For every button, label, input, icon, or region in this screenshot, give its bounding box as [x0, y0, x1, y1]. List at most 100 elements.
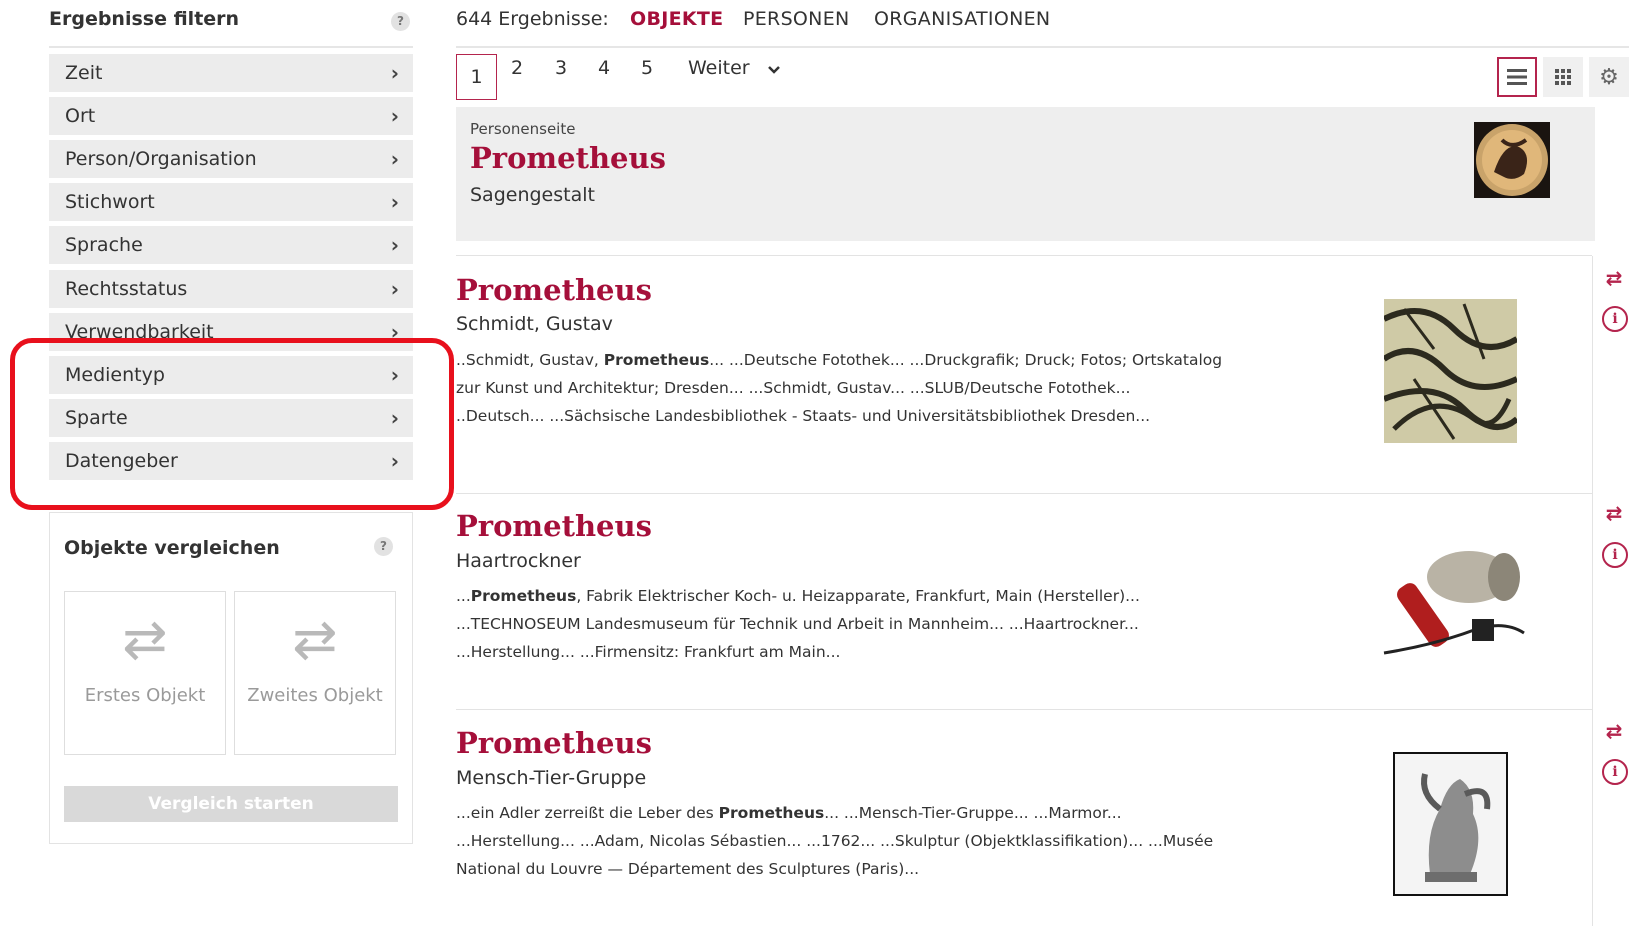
- list-view-button[interactable]: [1497, 57, 1537, 97]
- compare-slot-second[interactable]: ⇄ Zweites Objekt: [234, 591, 396, 755]
- snippet-line: ..Schmidt, Gustav, Prometheus... ...Deut…: [456, 346, 1222, 374]
- snippet-line: ...TECHNOSEUM Landesmuseum für Technik u…: [456, 610, 1140, 638]
- snippet-text: ...: [456, 587, 471, 605]
- snippet-text: ..Schmidt, Gustav,: [456, 351, 604, 369]
- result-separator: [456, 709, 1592, 710]
- snippet-text: ... ...Deutsche Fotothek... ...Druckgraf…: [709, 351, 1223, 369]
- info-icon[interactable]: i: [1602, 759, 1628, 785]
- chevron-right-icon: ›: [390, 190, 399, 214]
- sculpture-image: [1395, 754, 1506, 894]
- facet-label: Ort: [65, 105, 96, 127]
- grid-view-button[interactable]: [1543, 57, 1583, 97]
- result-thumbnail[interactable]: [1382, 299, 1519, 443]
- chevron-right-icon: ›: [390, 61, 399, 85]
- grid-view-icon: [1555, 69, 1571, 85]
- compare-title: Objekte vergleichen: [64, 537, 280, 559]
- person-card-title[interactable]: Prometheus: [470, 141, 666, 175]
- facet-zeit[interactable]: Zeit ›: [49, 54, 413, 92]
- person-card-kicker: Personenseite: [470, 120, 576, 138]
- snippet-text: ...TECHNOSEUM Landesmuseum für Technik u…: [456, 615, 1139, 633]
- compare-arrows-icon[interactable]: ⇄: [1602, 501, 1626, 525]
- result-title[interactable]: Prometheus: [456, 273, 652, 307]
- result-separator: [456, 255, 1592, 256]
- info-icon[interactable]: i: [1602, 306, 1628, 332]
- snippet-text: , Fabrik Elektrischer Koch- u. Heizappar…: [576, 587, 1140, 605]
- page-4[interactable]: 4: [598, 57, 610, 79]
- snippet-line: zur Kunst und Architektur; Dresden... ..…: [456, 374, 1222, 402]
- chevron-right-icon: ›: [390, 233, 399, 257]
- facet-label: Sprache: [65, 234, 143, 256]
- compare-arrows-icon[interactable]: ⇄: [1602, 719, 1626, 743]
- facet-stichwort[interactable]: Stichwort ›: [49, 183, 413, 221]
- tab-objekte[interactable]: OBJEKTE: [630, 8, 723, 30]
- facet-label: Stichwort: [65, 191, 155, 213]
- compare-help-icon[interactable]: ?: [374, 537, 393, 556]
- snippet-line: ...Herstellung... ...Adam, Nicolas Sébas…: [456, 827, 1213, 855]
- snippet-text: National du Louvre — Département des Scu…: [456, 860, 920, 878]
- snippet-highlight: Prometheus: [470, 587, 577, 605]
- settings-button[interactable]: ⚙: [1589, 57, 1629, 97]
- result-subtitle: Mensch-Tier-Gruppe: [456, 767, 647, 789]
- page-1[interactable]: 1: [456, 54, 497, 100]
- compare-slot-label: Erstes Objekt: [84, 685, 206, 706]
- list-view-icon: [1507, 69, 1527, 85]
- result-snippet: ...Prometheus, Fabrik Elektrischer Koch-…: [456, 582, 1140, 666]
- hairdryer-image: [1354, 535, 1548, 659]
- result-title[interactable]: Prometheus: [456, 726, 652, 760]
- snippet-line: ..Deutsch... ...Sächsische Landesbibliot…: [456, 402, 1222, 430]
- compare-arrows-icon: ⇄: [292, 608, 338, 671]
- page-2[interactable]: 2: [511, 57, 523, 79]
- result-title[interactable]: Prometheus: [456, 509, 652, 543]
- compare-slot-label: Zweites Objekt: [247, 685, 383, 706]
- filter-help-icon[interactable]: ?: [391, 12, 410, 31]
- filter-divider: [49, 46, 413, 48]
- result-snippet: ...ein Adler zerreißt die Leber des Prom…: [456, 799, 1213, 883]
- right-rail: [1592, 256, 1593, 926]
- snippet-text: ... ...Mensch-Tier-Gruppe... ...Marmor..…: [824, 804, 1122, 822]
- facet-person-organisation[interactable]: Person/Organisation ›: [49, 140, 413, 178]
- snippet-text: ..Deutsch... ...Sächsische Landesbibliot…: [456, 407, 1151, 425]
- snippet-line: ...Herstellung... ...Firmensitz: Frankfu…: [456, 638, 1140, 666]
- chevron-down-icon[interactable]: [766, 62, 782, 82]
- snippet-text: ...ein Adler zerreißt die Leber des: [456, 804, 719, 822]
- tab-organisationen[interactable]: ORGANISATIONEN: [874, 8, 1050, 30]
- next-page-link[interactable]: Weiter: [688, 57, 750, 79]
- chevron-right-icon: ›: [390, 147, 399, 171]
- facet-label: Rechtsstatus: [65, 278, 188, 300]
- snippet-highlight: Prometheus: [718, 804, 825, 822]
- person-card-subtitle: Sagengestalt: [470, 184, 595, 206]
- person-thumbnail[interactable]: [1474, 122, 1550, 198]
- info-icon[interactable]: i: [1602, 542, 1628, 568]
- page-5[interactable]: 5: [641, 57, 653, 79]
- facet-rechtsstatus[interactable]: Rechtsstatus ›: [49, 270, 413, 308]
- facet-ort[interactable]: Ort ›: [49, 97, 413, 135]
- page-3[interactable]: 3: [555, 57, 567, 79]
- results-divider: [456, 46, 1629, 48]
- facet-label: Person/Organisation: [65, 148, 257, 170]
- snippet-line: ...Prometheus, Fabrik Elektrischer Koch-…: [456, 582, 1140, 610]
- tab-personen[interactable]: PERSONEN: [743, 8, 850, 30]
- filter-title: Ergebnisse filtern: [49, 8, 240, 30]
- compare-arrows-icon: ⇄: [122, 608, 168, 671]
- result-subtitle: Haartrockner: [456, 550, 581, 572]
- chevron-right-icon: ›: [390, 104, 399, 128]
- print-artwork-image: [1382, 299, 1519, 443]
- facet-sprache[interactable]: Sprache ›: [49, 226, 413, 264]
- start-compare-button[interactable]: Vergleich starten: [64, 786, 398, 822]
- compare-slot-first[interactable]: ⇄ Erstes Objekt: [64, 591, 226, 755]
- snippet-text: zur Kunst und Architektur; Dresden... ..…: [456, 379, 1131, 397]
- compare-arrows-icon[interactable]: ⇄: [1602, 266, 1626, 290]
- chevron-right-icon: ›: [390, 277, 399, 301]
- vase-painting-image: [1476, 124, 1548, 196]
- snippet-text: ...Herstellung... ...Adam, Nicolas Sébas…: [456, 832, 1214, 850]
- facet-label: Zeit: [65, 62, 103, 84]
- result-thumbnail[interactable]: [1393, 752, 1508, 896]
- result-separator: [456, 493, 1592, 494]
- highlight-annotation: [10, 338, 454, 510]
- result-subtitle: Schmidt, Gustav: [456, 313, 613, 335]
- snippet-highlight: Prometheus: [603, 351, 710, 369]
- result-thumbnail[interactable]: [1354, 535, 1548, 659]
- result-count: 644 Ergebnisse:: [456, 8, 609, 30]
- snippet-text: ...Herstellung... ...Firmensitz: Frankfu…: [456, 643, 841, 661]
- snippet-line: ...ein Adler zerreißt die Leber des Prom…: [456, 799, 1213, 827]
